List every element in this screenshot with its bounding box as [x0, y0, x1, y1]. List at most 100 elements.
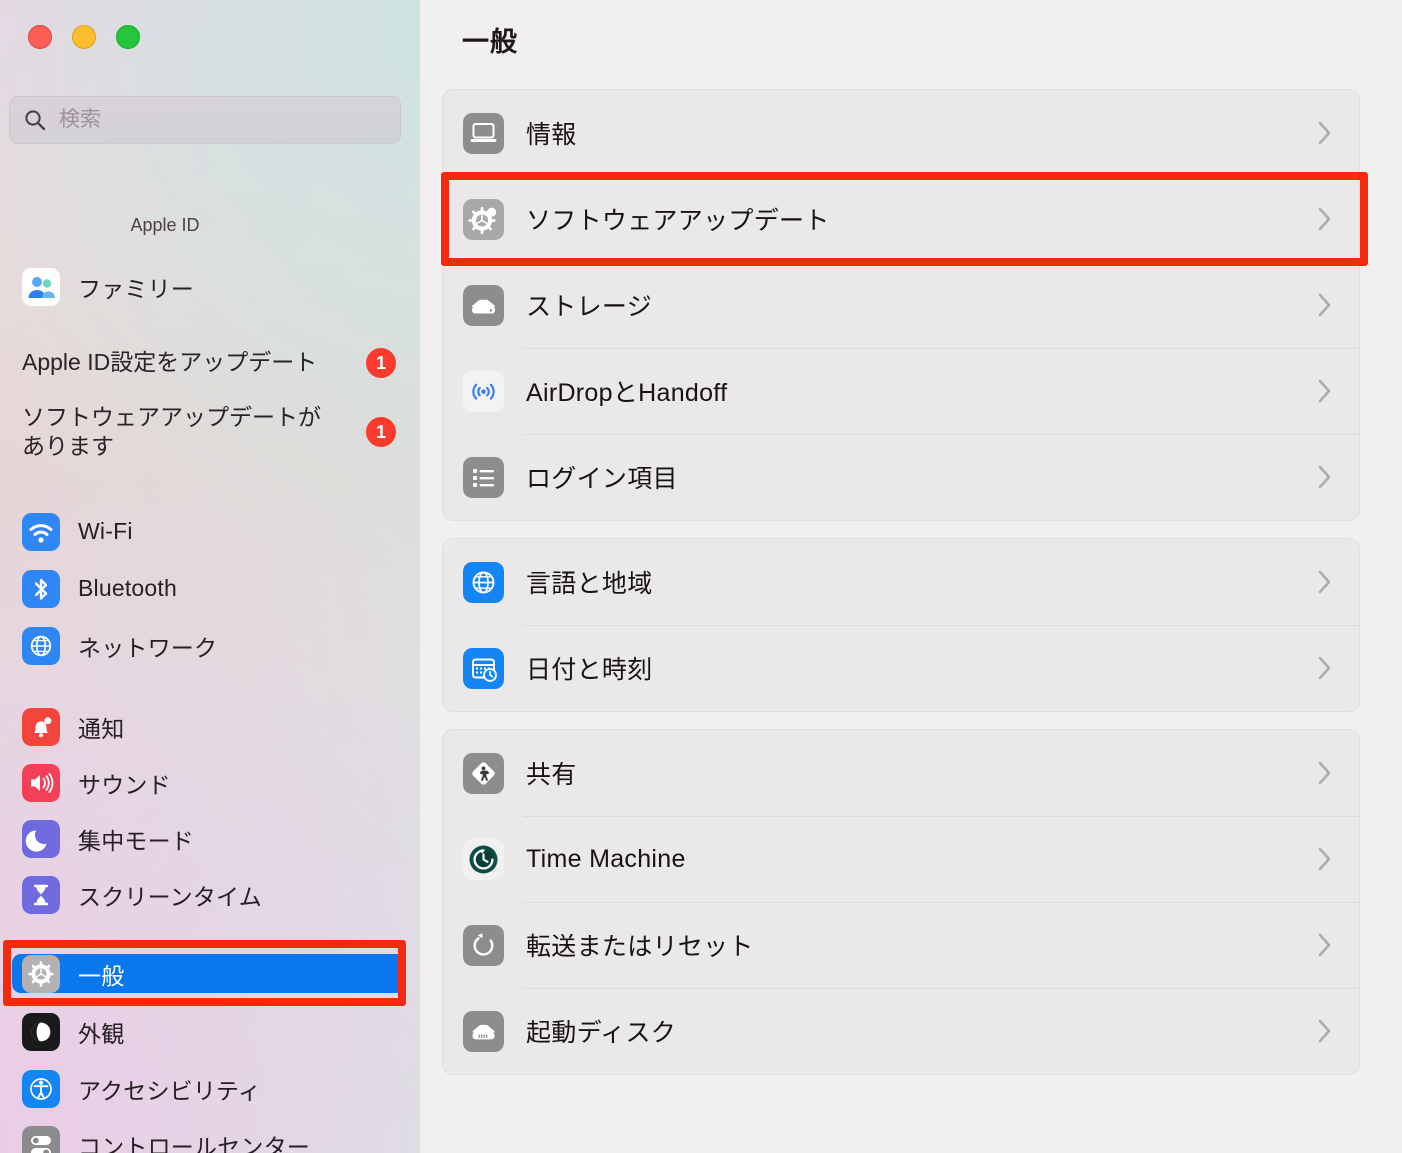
row-startup-disk[interactable]: 起動ディスク — [443, 988, 1359, 1074]
sidebar-item-label: 外観 — [78, 1020, 125, 1047]
row-label: 日付と時刻 — [526, 656, 653, 684]
minimize-button[interactable] — [72, 25, 96, 49]
network-globe-icon — [22, 626, 60, 665]
sidebar-section-title-apple-id: Apple ID — [130, 215, 200, 235]
accessibility-icon — [22, 1069, 60, 1108]
sidebar-item-focus[interactable]: 集中モード — [0, 815, 420, 862]
chevron-right-icon — [1317, 846, 1333, 872]
row-label: 起動ディスク — [526, 1019, 677, 1047]
appearance-icon — [22, 1012, 60, 1051]
login-items-list-icon — [463, 456, 504, 498]
row-label: Time Machine — [526, 844, 686, 873]
storage-drive-icon — [463, 284, 504, 326]
chevron-right-icon — [1317, 378, 1333, 404]
row-label: 言語と地域 — [526, 570, 653, 598]
sidebar-notice-label: Apple ID設定をアップデート — [22, 349, 318, 376]
sidebar-item-network[interactable]: ネットワーク — [0, 622, 420, 669]
settings-group-1: 情報 ソフトウェアアップデート ストレージ AirDropとHandoff ログ… — [442, 89, 1360, 521]
sidebar-item-label: 通知 — [78, 715, 125, 742]
sidebar-item-label: Bluetooth — [78, 575, 177, 601]
settings-group-3: 共有 Time Machine 転送またはリセット 起動ディスク — [442, 729, 1360, 1075]
row-about[interactable]: 情報 — [443, 90, 1359, 176]
row-label: ログイン項目 — [526, 465, 678, 493]
sidebar-item-label: ファミリー — [78, 275, 194, 302]
sidebar-item-label: 一般 — [78, 962, 125, 989]
transfer-reset-icon — [463, 924, 504, 966]
row-language-region[interactable]: 言語と地域 — [443, 539, 1359, 625]
chevron-right-icon — [1317, 1018, 1333, 1044]
row-date-time[interactable]: 日付と時刻 — [443, 625, 1359, 711]
row-storage[interactable]: ストレージ — [443, 262, 1359, 348]
status-badge: 1 — [366, 348, 396, 378]
sound-speaker-icon — [22, 763, 60, 802]
sidebar-item-label: アクセシビリティ — [78, 1077, 262, 1104]
row-label: 共有 — [526, 761, 577, 789]
sidebar-item-general[interactable]: 一般 — [0, 950, 420, 997]
sidebar-item-notifications[interactable]: 通知 — [0, 703, 420, 750]
chevron-right-icon — [1317, 932, 1333, 958]
sidebar-item-label: サウンド — [78, 771, 171, 798]
page-title: 一般 — [462, 27, 518, 57]
focus-moon-icon — [22, 819, 60, 858]
general-gear-icon — [22, 954, 60, 993]
system-settings-window: Apple ID ファミリー Apple ID設定をアップデート 1 — [0, 0, 1402, 1153]
settings-group-2: 言語と地域 日付と時刻 — [442, 538, 1360, 712]
notifications-bell-icon — [22, 707, 60, 746]
row-label: AirDropとHandoff — [526, 379, 728, 407]
sidebar-item-accessibility[interactable]: アクセシビリティ — [0, 1065, 420, 1112]
sidebar-selection-highlight — [12, 954, 406, 993]
search-icon — [24, 109, 46, 131]
chevron-right-icon — [1317, 464, 1333, 490]
row-login-items[interactable]: ログイン項目 — [443, 434, 1359, 520]
sidebar-item-control-center[interactable]: コントロールセンター — [0, 1121, 420, 1153]
sidebar-notice-label: ソフトウェアアップデートがあります — [22, 404, 321, 460]
control-center-icon — [22, 1125, 60, 1153]
family-icon — [22, 267, 60, 306]
language-globe-icon — [463, 561, 504, 603]
search-field[interactable] — [9, 96, 401, 144]
sidebar-item-label: コントロールセンター — [78, 1133, 310, 1153]
sidebar-notice-software-update[interactable]: ソフトウェアアップデートがあります 1 — [0, 403, 408, 462]
row-airdrop-handoff[interactable]: AirDropとHandoff — [443, 348, 1359, 434]
startup-disk-icon — [463, 1010, 504, 1052]
status-badge: 1 — [366, 417, 396, 448]
airdrop-icon — [463, 370, 504, 412]
zoom-button[interactable] — [116, 25, 140, 49]
sidebar-item-appearance[interactable]: 外観 — [0, 1008, 420, 1055]
bluetooth-icon — [22, 569, 60, 608]
chevron-right-icon — [1317, 655, 1333, 681]
date-time-calendar-icon — [463, 647, 504, 689]
sidebar-item-label: 集中モード — [78, 827, 194, 854]
row-label: 情報 — [526, 121, 577, 149]
row-time-machine[interactable]: Time Machine — [443, 816, 1359, 902]
sidebar-item-sound[interactable]: サウンド — [0, 759, 420, 806]
about-laptop-icon — [463, 112, 504, 154]
sidebar-item-wifi[interactable]: Wi-Fi — [0, 508, 420, 555]
row-transfer-reset[interactable]: 転送またはリセット — [443, 902, 1359, 988]
sidebar-item-label: Wi-Fi — [78, 518, 133, 544]
row-sharing[interactable]: 共有 — [443, 730, 1359, 816]
sidebar-item-label: ネットワーク — [78, 634, 218, 661]
chevron-right-icon — [1317, 760, 1333, 786]
search-input[interactable] — [59, 108, 386, 132]
window-traffic-lights — [28, 25, 140, 49]
main-content: 一般 情報 ソフトウェアアップデート ストレージ AirDropとHandoff… — [420, 0, 1402, 1153]
close-button[interactable] — [28, 25, 52, 49]
row-label: 転送またはリセット — [526, 933, 754, 961]
sidebar-item-screen-time[interactable]: スクリーンタイム — [0, 871, 420, 918]
row-label: ソフトウェアアップデート — [526, 207, 830, 235]
time-machine-icon — [463, 838, 504, 880]
software-update-gear-icon — [463, 198, 504, 240]
chevron-right-icon — [1317, 569, 1333, 595]
row-software-update[interactable]: ソフトウェアアップデート — [443, 176, 1359, 262]
sidebar: Apple ID ファミリー Apple ID設定をアップデート 1 — [0, 0, 420, 1153]
screen-time-hourglass-icon — [22, 875, 60, 914]
wifi-icon — [22, 512, 60, 551]
row-label: ストレージ — [526, 293, 653, 321]
chevron-right-icon — [1317, 120, 1333, 146]
sidebar-item-bluetooth[interactable]: Bluetooth — [0, 565, 420, 612]
sidebar-item-family[interactable]: ファミリー — [0, 263, 420, 310]
chevron-right-icon — [1317, 292, 1333, 318]
sidebar-notice-apple-id-update[interactable]: Apple ID設定をアップデート 1 — [0, 348, 408, 378]
sidebar-item-label: スクリーンタイム — [78, 883, 262, 910]
